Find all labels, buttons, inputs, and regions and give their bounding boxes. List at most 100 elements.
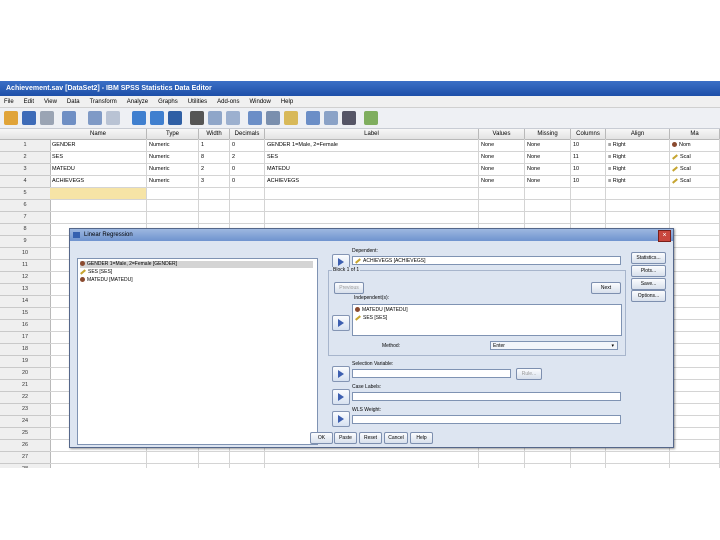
options-button[interactable]: Options... <box>631 290 666 302</box>
save-icon[interactable] <box>22 111 36 125</box>
row-header[interactable]: 10 <box>0 248 51 260</box>
menu-transform[interactable]: Transform <box>90 99 117 105</box>
undo-icon[interactable] <box>88 111 102 125</box>
statistics-button[interactable]: Statistics... <box>631 252 666 264</box>
row-header[interactable]: 15 <box>0 308 51 320</box>
independent-item-matedu[interactable]: MATEDU [MATEDU] <box>355 307 408 314</box>
weight-cases-icon[interactable] <box>266 111 280 125</box>
cell-values[interactable]: None <box>479 152 525 164</box>
cell-values[interactable]: None <box>479 140 525 152</box>
cell-width[interactable]: 8 <box>199 152 230 164</box>
cell-columns[interactable]: 10 <box>571 140 606 152</box>
cell-label[interactable]: ACHIEVEGS <box>265 176 479 188</box>
list-item-gender[interactable]: GENDER 1=Male, 2=Female [GENDER] <box>80 261 313 268</box>
row-header[interactable]: 4 <box>0 176 51 188</box>
cell-name[interactable]: ACHIEVEGS <box>50 176 147 188</box>
row-header[interactable]: 12 <box>0 272 51 284</box>
move-to-selection-button[interactable] <box>332 366 350 382</box>
row-header[interactable]: 24 <box>0 416 51 428</box>
show-all-variables-icon[interactable] <box>342 111 356 125</box>
cell-width[interactable]: 2 <box>199 164 230 176</box>
menu-help[interactable]: Help <box>281 99 293 105</box>
menu-window[interactable]: Window <box>249 99 270 105</box>
cell-label[interactable]: GENDER 1=Male, 2=Female <box>265 140 479 152</box>
row-header[interactable]: 26 <box>0 440 51 452</box>
cell-type[interactable]: Numeric <box>147 152 199 164</box>
row-header[interactable]: 23 <box>0 404 51 416</box>
cell-missing[interactable]: None <box>525 176 571 188</box>
column-header-width[interactable]: Width <box>199 129 230 140</box>
menu-utilities[interactable]: Utilities <box>188 99 207 105</box>
cell-missing[interactable]: None <box>525 140 571 152</box>
plots-button[interactable]: Plots... <box>631 265 666 277</box>
redo-icon[interactable] <box>106 111 120 125</box>
selection-variable-field[interactable] <box>352 369 511 378</box>
cell-name[interactable]: GENDER <box>50 140 147 152</box>
close-icon[interactable]: × <box>658 230 671 242</box>
menu-addons[interactable]: Add-ons <box>217 99 239 105</box>
ok-button[interactable]: OK <box>310 432 333 444</box>
move-to-independents-button[interactable] <box>332 315 350 331</box>
dependent-field[interactable]: ACHIEVEGS [ACHIEVEGS] <box>352 256 621 265</box>
menu-data[interactable]: Data <box>67 99 80 105</box>
find-icon[interactable] <box>190 111 204 125</box>
menu-graphs[interactable]: Graphs <box>158 99 178 105</box>
go-to-case-icon[interactable] <box>132 111 146 125</box>
column-header-missing[interactable]: Missing <box>525 129 571 140</box>
cell-label[interactable]: SES <box>265 152 479 164</box>
cell-decimals[interactable]: 0 <box>230 164 265 176</box>
cell-measure[interactable]: Scal <box>670 176 720 188</box>
cell-align[interactable]: ≡ Right <box>606 140 670 152</box>
column-header-type[interactable]: Type <box>147 129 199 140</box>
window-titlebar[interactable]: Achievement.sav [DataSet2] - IBM SPSS St… <box>0 81 720 96</box>
dialog-titlebar[interactable]: Linear Regression × <box>70 229 673 242</box>
cell-measure[interactable]: Nom <box>670 140 720 152</box>
cell-values[interactable]: None <box>479 176 525 188</box>
cell-width[interactable]: 1 <box>199 140 230 152</box>
spell-check-icon[interactable] <box>364 111 378 125</box>
row-header[interactable]: 6 <box>0 200 51 212</box>
print-icon[interactable] <box>40 111 54 125</box>
row-header[interactable]: 1 <box>0 140 51 152</box>
row-header[interactable]: 5 <box>0 188 51 200</box>
help-button[interactable]: Help <box>410 432 433 444</box>
cell-values[interactable]: None <box>479 164 525 176</box>
cancel-button[interactable]: Cancel <box>384 432 408 444</box>
cell-type[interactable]: Numeric <box>147 140 199 152</box>
row-header[interactable]: 2 <box>0 152 51 164</box>
cell-missing[interactable]: None <box>525 152 571 164</box>
column-header-columns[interactable]: Columns <box>571 129 606 140</box>
save-button[interactable]: Save... <box>631 278 666 290</box>
method-select[interactable]: Enter ▾ <box>490 341 618 350</box>
cell-type[interactable]: Numeric <box>147 176 199 188</box>
cell-measure[interactable]: Scal <box>670 152 720 164</box>
cell-label[interactable]: MATEDU <box>265 164 479 176</box>
row-header[interactable]: 9 <box>0 236 51 248</box>
column-header-align[interactable]: Align <box>606 129 670 140</box>
selected-cell[interactable] <box>50 188 147 200</box>
cell-align[interactable]: ≡ Right <box>606 176 670 188</box>
cell-decimals[interactable]: 0 <box>230 140 265 152</box>
column-header-name[interactable]: Name <box>50 129 147 140</box>
reset-button[interactable]: Reset <box>359 432 382 444</box>
row-header[interactable]: 28 <box>0 464 51 468</box>
row-header[interactable]: 13 <box>0 284 51 296</box>
row-header[interactable]: 20 <box>0 368 51 380</box>
column-header-values[interactable]: Values <box>479 129 525 140</box>
column-header-label[interactable]: Label <box>265 129 479 140</box>
independents-list[interactable]: MATEDU [MATEDU] SES [SES] <box>352 304 622 336</box>
variables-icon[interactable] <box>168 111 182 125</box>
go-to-variable-icon[interactable] <box>150 111 164 125</box>
cell-decimals[interactable]: 0 <box>230 176 265 188</box>
use-variable-sets-icon[interactable] <box>324 111 338 125</box>
open-folder-icon[interactable] <box>4 111 18 125</box>
row-header[interactable]: 3 <box>0 164 51 176</box>
row-header[interactable]: 18 <box>0 344 51 356</box>
cell-missing[interactable]: None <box>525 164 571 176</box>
menu-edit[interactable]: Edit <box>24 99 34 105</box>
rule-button[interactable]: Rule... <box>516 368 542 380</box>
row-header[interactable]: 27 <box>0 452 51 464</box>
row-header[interactable]: 11 <box>0 260 51 272</box>
row-header[interactable]: 22 <box>0 392 51 404</box>
cell-name[interactable]: SES <box>50 152 147 164</box>
